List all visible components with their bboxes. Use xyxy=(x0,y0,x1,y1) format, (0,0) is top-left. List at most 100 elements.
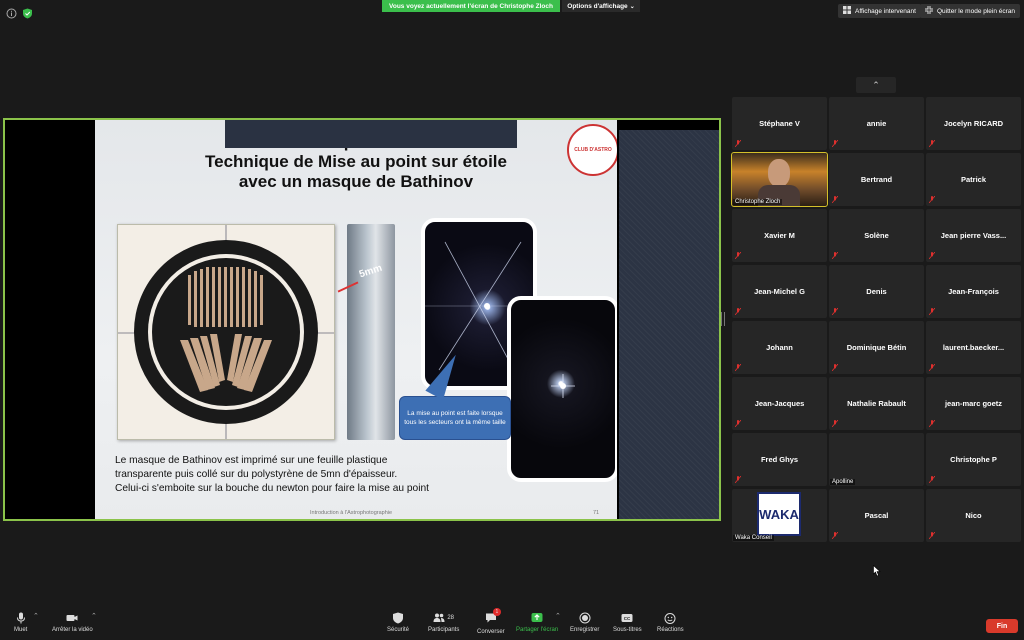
participant-name: Jean-Michel G xyxy=(754,287,805,296)
participant-tile[interactable]: Apolline xyxy=(829,433,924,486)
participant-name: Dominique Bétin xyxy=(846,343,907,352)
share-screen-label: Partager l'écran xyxy=(516,627,559,633)
info-icon[interactable] xyxy=(6,6,17,19)
shared-screen[interactable]: La mise au point – la MAP Technique de M… xyxy=(3,118,721,521)
participant-name: Denis xyxy=(866,287,887,296)
participants-button[interactable]: 28 Participants xyxy=(428,612,459,633)
security-button[interactable]: Sécurité xyxy=(387,612,409,633)
participant-tile[interactable]: Christophe Zloch xyxy=(731,152,828,207)
speaker-view-button[interactable]: Affichage intervenant xyxy=(838,4,921,18)
chat-button[interactable]: 1 Converser xyxy=(477,608,505,635)
share-options-chevron-icon[interactable]: ⌃ xyxy=(555,612,561,620)
participants-label: Participants xyxy=(428,627,460,633)
participant-tile[interactable]: Xavier M xyxy=(732,209,827,262)
participant-tile[interactable]: laurent.baecker... xyxy=(926,321,1021,374)
participant-tile[interactable]: Bertrand xyxy=(829,153,924,206)
participant-name: annie xyxy=(866,119,887,128)
mute-button[interactable]: Muet xyxy=(14,612,27,633)
audio-options-chevron-icon[interactable]: ⌃ xyxy=(33,612,39,620)
participant-tile[interactable]: Pascal xyxy=(829,489,924,542)
participant-tile[interactable]: Jean-Michel G xyxy=(732,265,827,318)
closed-captions-icon: CC xyxy=(621,614,633,622)
exit-fullscreen-label: Quitter le mode plein écran xyxy=(937,7,1016,15)
participant-tile[interactable]: Jocelyn RICARD xyxy=(926,97,1021,150)
mute-label: Muet xyxy=(14,627,28,633)
video-camera-icon xyxy=(66,615,78,621)
muted-mic-icon xyxy=(735,140,741,147)
participant-tile[interactable]: jean-marc goetz xyxy=(926,377,1021,430)
club-logo: CLUB D'ASTRO xyxy=(567,124,617,176)
record-button[interactable]: Enregistrer xyxy=(570,612,599,633)
participant-tile[interactable]: annie xyxy=(829,97,924,150)
grid-view-icon xyxy=(843,6,851,16)
participant-name: Fred Ghys xyxy=(760,455,799,464)
shield-icon xyxy=(393,612,403,624)
participant-name: Patrick xyxy=(960,175,987,184)
view-options-button[interactable]: Options d'affichage ⌄ xyxy=(562,0,640,12)
participant-tile[interactable]: Christophe P xyxy=(926,433,1021,486)
exit-fullscreen-button[interactable]: Quitter le mode plein écran xyxy=(920,4,1021,18)
participant-name: Nico xyxy=(965,511,982,520)
encryption-shield-icon[interactable] xyxy=(22,6,33,19)
record-icon xyxy=(579,612,591,624)
participant-tile[interactable]: Solène xyxy=(829,209,924,262)
participant-tile[interactable]: Fred Ghys xyxy=(732,433,827,486)
muted-mic-icon xyxy=(832,252,838,259)
participant-tile[interactable]: WAKA Waka Conseil xyxy=(732,489,827,542)
video-options-chevron-icon[interactable]: ⌃ xyxy=(91,612,97,620)
participant-tile[interactable]: Jean-Jacques xyxy=(732,377,827,430)
participant-tile[interactable]: Johann xyxy=(732,321,827,374)
participant-tile[interactable]: Stéphane V xyxy=(732,97,827,150)
slide-footer: Introduction à l'Astrophotographie xyxy=(310,510,393,516)
participant-tile[interactable]: Nico xyxy=(926,489,1021,542)
red-arrow-icon xyxy=(337,281,359,293)
muted-mic-icon xyxy=(735,308,741,315)
captions-button[interactable]: CC Sous-titres xyxy=(613,612,642,633)
captions-label: Sous-titres xyxy=(613,627,642,633)
participant-name: Xavier M xyxy=(764,231,795,240)
resize-handle[interactable] xyxy=(721,312,725,326)
mouse-cursor-icon xyxy=(873,565,881,577)
participant-tile[interactable]: Jean pierre Vass... xyxy=(926,209,1021,262)
muted-mic-icon xyxy=(735,476,741,483)
participant-tile[interactable]: Jean-François xyxy=(926,265,1021,318)
participant-name: Nathalie Rabault xyxy=(847,399,906,408)
participant-name: Apolline xyxy=(830,479,856,485)
slide-title-line2: Technique de Mise au point sur étoile xyxy=(205,152,507,171)
participant-name: Jean-François xyxy=(948,287,999,296)
participant-name: Stéphane V xyxy=(759,119,800,128)
muted-mic-icon xyxy=(832,420,838,427)
participant-name: Johann xyxy=(766,343,793,352)
thickness-label: 5mm xyxy=(357,262,384,281)
participant-tile[interactable]: Patrick xyxy=(926,153,1021,206)
reactions-button[interactable]: Réactions xyxy=(657,612,684,633)
participant-video xyxy=(768,159,790,187)
muted-mic-icon xyxy=(832,364,838,371)
participants-icon xyxy=(433,613,445,622)
presentation-slide: La mise au point – la MAP Technique de M… xyxy=(95,120,617,519)
stop-video-button[interactable]: Arrêter la vidéo xyxy=(52,612,93,633)
muted-mic-icon xyxy=(929,420,935,427)
gallery-scroll-up-button[interactable]: ⌃ xyxy=(856,77,896,93)
participant-name: Christophe P xyxy=(950,455,997,464)
club-logo-text: CLUB D'ASTRO xyxy=(574,147,612,153)
muted-mic-icon xyxy=(735,364,741,371)
share-screen-button[interactable]: Partager l'écran xyxy=(516,612,558,633)
participant-tile[interactable]: Dominique Bétin xyxy=(829,321,924,374)
slide-body-text: Le masque de Bathinov est imprimé sur un… xyxy=(115,454,495,496)
end-meeting-button[interactable]: Fin xyxy=(986,619,1018,633)
participant-name: Jean-Jacques xyxy=(754,399,805,408)
participant-tile[interactable]: Denis xyxy=(829,265,924,318)
slide-body-line2: transparente puis collé sur du polystyrè… xyxy=(115,469,398,480)
microphone-icon xyxy=(16,612,25,624)
participant-name: jean-marc goetz xyxy=(944,399,1003,408)
participant-tile[interactable]: Nathalie Rabault xyxy=(829,377,924,430)
overlay-window-clip xyxy=(225,120,517,148)
share-screen-icon xyxy=(531,613,543,622)
screen-share-banner: Vous voyez actuellement l'écran de Chris… xyxy=(382,0,560,12)
participant-name: Waka Conseil xyxy=(733,535,774,541)
exit-fullscreen-icon xyxy=(925,6,933,16)
muted-mic-icon xyxy=(832,308,838,315)
participant-name: Jean pierre Vass... xyxy=(940,231,1007,240)
participant-name: Christophe Zloch xyxy=(733,199,783,205)
